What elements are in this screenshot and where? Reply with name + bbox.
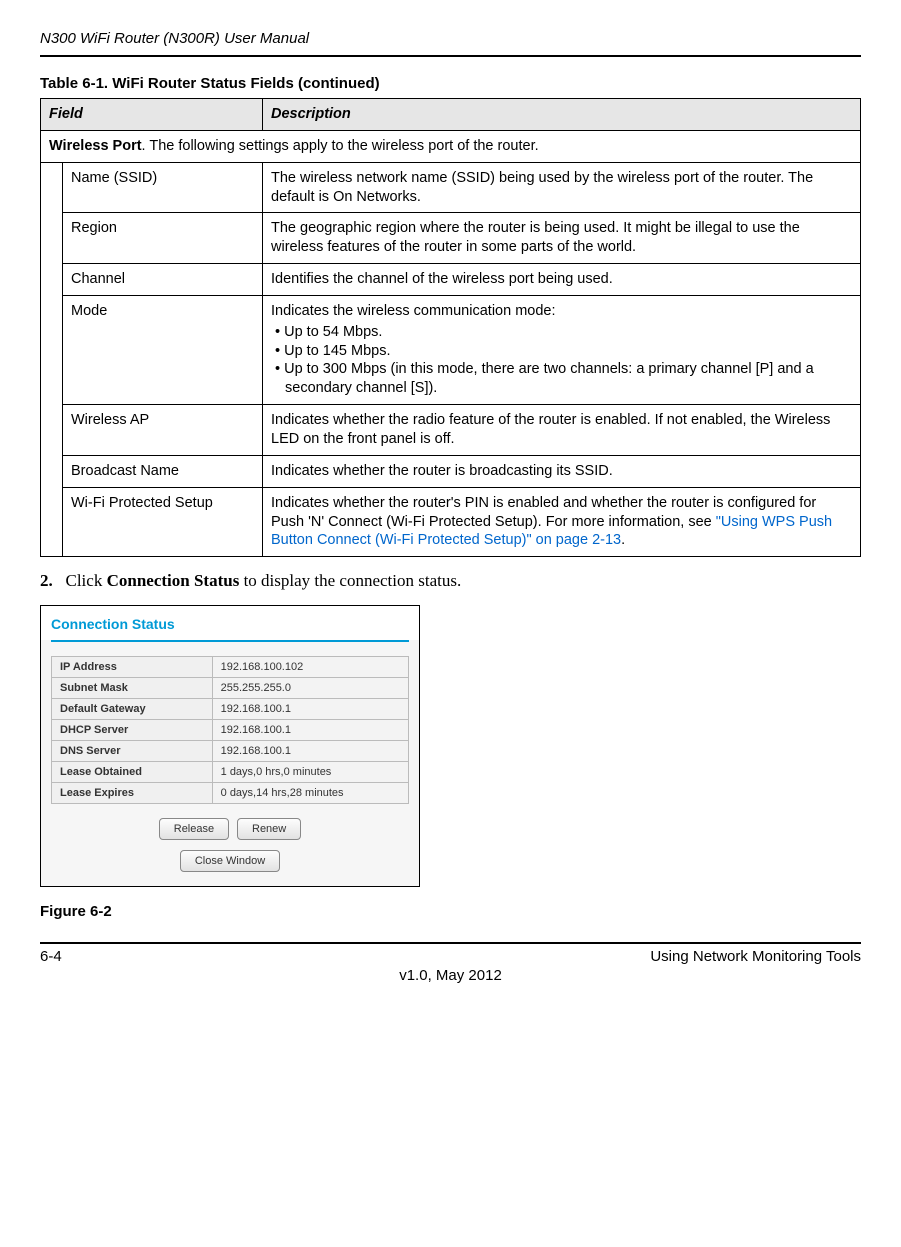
cs-title: Connection Status xyxy=(41,606,419,640)
page-footer: 6-4 Using Network Monitoring Tools xyxy=(40,942,861,965)
cs-value-dns: 192.168.100.1 xyxy=(212,741,408,762)
field-desc-ssid: The wireless network name (SSID) being u… xyxy=(263,162,861,213)
section-title-prefix: Wireless Port xyxy=(49,138,142,154)
col-header-description: Description xyxy=(263,99,861,131)
field-broadcast-name: Broadcast Name xyxy=(63,455,263,487)
cs-value-lease-obtained: 1 days,0 hrs,0 minutes xyxy=(212,762,408,783)
cs-label-dhcp: DHCP Server xyxy=(52,720,213,741)
mode-bullet-1: Up to 54 Mbps. xyxy=(281,323,852,342)
row-indent-spacer xyxy=(41,162,63,557)
renew-button[interactable]: Renew xyxy=(237,818,301,840)
field-mode: Mode xyxy=(63,295,263,404)
field-wps: Wi-Fi Protected Setup xyxy=(63,487,263,557)
cs-value-ip: 192.168.100.102 xyxy=(212,657,408,678)
step-bold: Connection Status xyxy=(107,571,240,590)
footer-right: Using Network Monitoring Tools xyxy=(650,948,861,965)
col-header-field: Field xyxy=(41,99,263,131)
release-button[interactable]: Release xyxy=(159,818,229,840)
field-channel: Channel xyxy=(63,264,263,296)
mode-bullet-2: Up to 145 Mbps. xyxy=(281,342,852,361)
section-wireless-port: Wireless Port. The following settings ap… xyxy=(41,130,861,162)
close-window-button[interactable]: Close Window xyxy=(180,850,280,872)
footer-center: v1.0, May 2012 xyxy=(40,967,861,984)
footer-left: 6-4 xyxy=(40,948,62,965)
field-desc-wps: Indicates whether the router's PIN is en… xyxy=(263,487,861,557)
field-desc-mode: Indicates the wireless communication mod… xyxy=(263,295,861,404)
field-desc-region: The geographic region where the router i… xyxy=(263,213,861,264)
wps-post: . xyxy=(621,532,625,548)
cs-label-lease-expires: Lease Expires xyxy=(52,783,213,804)
cs-label-lease-obtained: Lease Obtained xyxy=(52,762,213,783)
cs-label-dns: DNS Server xyxy=(52,741,213,762)
status-fields-table: Field Description Wireless Port. The fol… xyxy=(40,98,861,557)
cs-value-dhcp: 192.168.100.1 xyxy=(212,720,408,741)
cs-label-subnet: Subnet Mask xyxy=(52,678,213,699)
connection-status-table: IP Address192.168.100.102 Subnet Mask255… xyxy=(51,656,409,804)
cs-value-lease-expires: 0 days,14 hrs,28 minutes xyxy=(212,783,408,804)
field-name-ssid: Name (SSID) xyxy=(63,162,263,213)
step-2-text: 2. Click Connection Status to display th… xyxy=(40,571,861,591)
field-desc-wireless-ap: Indicates whether the radio feature of t… xyxy=(263,405,861,456)
connection-status-screenshot: Connection Status IP Address192.168.100.… xyxy=(40,605,420,887)
section-title-rest: . The following settings apply to the wi… xyxy=(142,138,539,154)
cs-label-ip: IP Address xyxy=(52,657,213,678)
step-number: 2. xyxy=(40,571,53,590)
field-desc-broadcast-name: Indicates whether the router is broadcas… xyxy=(263,455,861,487)
cs-value-gateway: 192.168.100.1 xyxy=(212,699,408,720)
cs-label-gateway: Default Gateway xyxy=(52,699,213,720)
cs-divider xyxy=(51,640,409,642)
cs-value-subnet: 255.255.255.0 xyxy=(212,678,408,699)
field-wireless-ap: Wireless AP xyxy=(63,405,263,456)
step-pre: Click xyxy=(66,571,107,590)
page-header: N300 WiFi Router (N300R) User Manual xyxy=(40,30,861,57)
field-region: Region xyxy=(63,213,263,264)
mode-bullet-3: Up to 300 Mbps (in this mode, there are … xyxy=(281,360,852,398)
mode-intro: Indicates the wireless communication mod… xyxy=(271,303,556,319)
table-caption: Table 6-1. WiFi Router Status Fields (co… xyxy=(40,75,861,92)
step-post: to display the connection status. xyxy=(239,571,461,590)
figure-caption: Figure 6-2 xyxy=(40,903,861,920)
field-desc-channel: Identifies the channel of the wireless p… xyxy=(263,264,861,296)
